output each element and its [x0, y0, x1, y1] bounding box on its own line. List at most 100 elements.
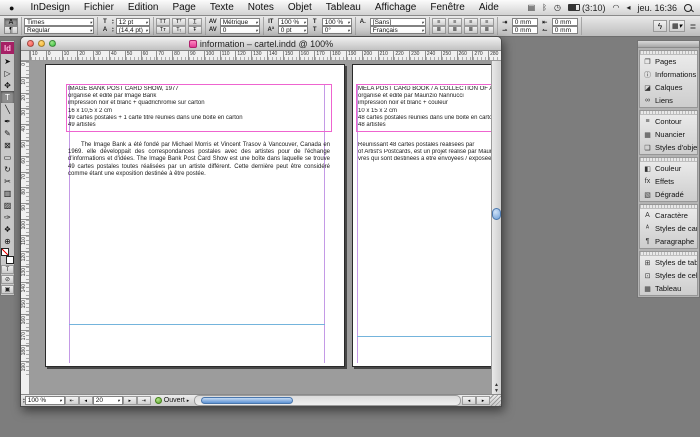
leading-field[interactable]: (14,4 pt)▾ [116, 26, 150, 34]
menu-clock[interactable]: jeu. 16:36 [637, 3, 677, 13]
subscript-icon[interactable]: Tₜ [172, 26, 186, 34]
formatting-affects-text-button[interactable]: T [1, 265, 14, 274]
align-right-icon[interactable]: ≡ [464, 18, 478, 26]
spotlight-icon[interactable] [684, 4, 692, 12]
ruler-guide[interactable] [69, 324, 325, 325]
character-style-select[interactable]: [Sans]▾ [370, 18, 426, 26]
menu-item[interactable]: Fenêtre [423, 2, 471, 13]
font-family-select[interactable]: Times▾ [24, 18, 94, 26]
strikethrough-icon[interactable]: Ŧ [188, 26, 202, 34]
position-tool[interactable]: ✥ [1, 79, 14, 91]
first-page-button[interactable]: ⇤ [65, 396, 79, 405]
menu-item[interactable]: Page [166, 2, 203, 13]
pasteboard[interactable]: IMAGE BANK POST CARD SHOW, 1977organisé … [30, 61, 491, 394]
vertical-scroll-arrows[interactable]: ▲▼ [492, 382, 501, 394]
gradient-tool[interactable]: ▥ [1, 187, 14, 199]
battery-indicator[interactable]: (3:10) [568, 3, 606, 13]
align-center-icon[interactable]: ≡ [448, 18, 462, 26]
vertical-scrollbar[interactable]: ▲▼ [491, 61, 501, 394]
panel-paragraphe[interactable]: ¶Paragraphe [640, 235, 697, 248]
view-mode-button[interactable]: ▣ [1, 285, 14, 294]
indent-last-line-field[interactable]: 0 mm [552, 26, 578, 34]
scissors-tool[interactable]: ✂ [1, 175, 14, 187]
window-title-bar[interactable]: information – cartel.indd @ 100% [21, 37, 501, 51]
character-formatting-button[interactable]: A [4, 18, 18, 26]
panel-nuancier[interactable]: ▦Nuancier [640, 128, 697, 141]
panel-informations[interactable]: ⓘInformations [640, 68, 697, 81]
direct-selection-tool[interactable]: ▷ [1, 67, 14, 79]
hand-tool[interactable]: ❖ [1, 223, 14, 235]
tracking-field[interactable]: 0▾ [220, 26, 260, 34]
indent-left-field[interactable]: 0 mm [512, 18, 538, 26]
panel-calques[interactable]: ◪Calques [640, 81, 697, 94]
stroke-swatch[interactable] [6, 256, 14, 264]
pencil-tool[interactable]: ✎ [1, 127, 14, 139]
rotate-tool[interactable]: ↻ [1, 163, 14, 175]
menu-item[interactable]: Texte [203, 2, 241, 13]
vertical-scale-field[interactable]: 100 %▾ [278, 18, 308, 26]
volume-icon[interactable]: ◂ [626, 4, 630, 12]
dock-header[interactable] [638, 41, 699, 48]
scroll-left-button[interactable]: ◂ [462, 396, 476, 405]
display-icon[interactable]: ▤ [528, 4, 536, 12]
font-style-select[interactable]: Regular▾ [24, 26, 94, 34]
next-page-button[interactable]: ▸ [123, 396, 137, 405]
panel-caractere[interactable]: ACaractère [640, 209, 697, 222]
catalog-entry-paragraph[interactable]: Réunissant 48 cartes postales réalisées … [358, 142, 491, 164]
baseline-shift-field[interactable]: 0 pt▾ [278, 26, 308, 34]
bluetooth-icon[interactable]: ᛒ [542, 4, 547, 12]
quick-apply-button[interactable]: ϟ [653, 20, 667, 32]
stepper-icon[interactable]: ▴▾ [112, 27, 114, 33]
previous-page-button[interactable]: ◂ [79, 396, 93, 405]
catalog-entry-paragraph[interactable]: The Image Bank a été fondé par Michael M… [68, 142, 330, 178]
zoom-level-select[interactable]: 100 %▾ [25, 396, 65, 405]
horizontal-ruler[interactable]: 1001020304050607080901001101201301401501… [30, 51, 501, 61]
page-right[interactable]: MELA POST CARD BOOK / A COLLECTION OF Ao… [352, 64, 491, 367]
ruler-guide[interactable] [357, 336, 491, 337]
rectangle-tool[interactable]: ▭ [1, 151, 14, 163]
language-select[interactable]: Français▾ [370, 26, 426, 34]
panel-effets[interactable]: fxEffets [640, 175, 697, 188]
selection-tool[interactable]: ➤ [1, 55, 14, 67]
horizontal-scale-field[interactable]: 100 %▾ [322, 18, 352, 26]
panel-styles-cellule[interactable]: ⊡Styles de cellule [640, 269, 697, 282]
stepper-icon[interactable]: ▴▾ [112, 19, 114, 25]
panel-tableau[interactable]: ▦Tableau [640, 282, 697, 295]
horizontal-scrollbar-thumb[interactable] [201, 397, 293, 404]
menu-item[interactable]: InDesign [23, 2, 76, 13]
menu-item[interactable]: Aide [472, 2, 506, 13]
skew-field[interactable]: 0°▾ [322, 26, 352, 34]
superscript-icon[interactable]: Tᵀ [172, 18, 186, 26]
page-number-field[interactable]: 20▾ [93, 396, 123, 405]
zoom-button[interactable] [49, 40, 56, 47]
kerning-select[interactable]: Métrique▾ [220, 18, 260, 26]
control-panel-menu-icon[interactable]: ≣ [688, 17, 698, 35]
wifi-icon[interactable]: ◠ [612, 4, 619, 12]
panel-contour[interactable]: ≡Contour [640, 115, 697, 128]
paragraph-formatting-button[interactable]: ¶ [4, 26, 18, 34]
page-left[interactable]: IMAGE BANK POST CARD SHOW, 1977organisé … [45, 64, 345, 367]
font-size-field[interactable]: 12 pt▾ [116, 18, 150, 26]
menu-item[interactable]: Tableau [319, 2, 368, 13]
fill-stroke-swatches[interactable] [1, 248, 14, 264]
justify-all-icon[interactable]: ≣ [464, 26, 478, 34]
all-caps-icon[interactable]: TT [156, 18, 170, 26]
panel-styles-tableau[interactable]: ⊞Styles de tableau [640, 256, 697, 269]
ruler-origin-box[interactable] [21, 51, 30, 61]
small-caps-icon[interactable]: Tᴛ [156, 26, 170, 34]
pen-tool[interactable]: ✒ [1, 115, 14, 127]
fill-swatch[interactable] [1, 248, 9, 256]
panel-pages[interactable]: ❐Pages [640, 55, 697, 68]
clock-icon[interactable]: ◷ [554, 4, 561, 12]
line-tool[interactable]: ╲ [1, 103, 14, 115]
align-left-icon[interactable]: ≡ [432, 18, 446, 26]
zoom-tool[interactable]: ⊕ [1, 235, 14, 247]
catalog-entry-heading[interactable]: IMAGE BANK POST CARD SHOW, 1977organisé … [68, 86, 330, 129]
indent-right-field[interactable]: 0 mm [552, 18, 578, 26]
apple-menu-icon[interactable]: ● [0, 3, 23, 13]
minimize-button[interactable] [38, 40, 45, 47]
panel-liens[interactable]: ∞Liens [640, 94, 697, 107]
panel-styles-caractere[interactable]: ᴬStyles de carac... [640, 222, 697, 235]
type-tool[interactable]: T [1, 91, 14, 103]
document-status[interactable]: Ouvert ▸ [151, 397, 194, 404]
